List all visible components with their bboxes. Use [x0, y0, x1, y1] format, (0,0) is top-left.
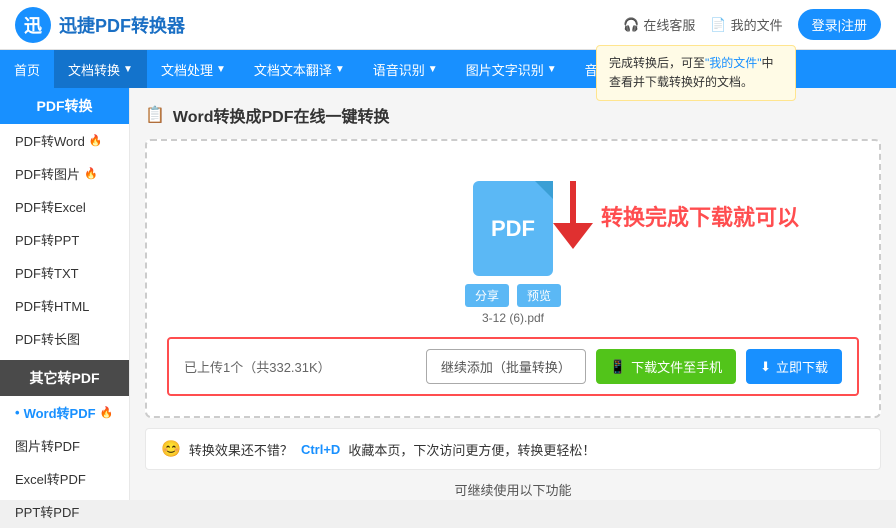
- files-label: 我的文件: [731, 15, 783, 34]
- smile-icon: 😊: [161, 439, 181, 459]
- arrow-down-svg: [553, 181, 593, 251]
- nav-ocr-label: 图片文字识别: [466, 60, 544, 79]
- chevron-down-icon: ▼: [335, 64, 345, 75]
- nav-item-doc-process[interactable]: 文档处理 ▼: [147, 50, 240, 88]
- nav-translate-label: 文档文本翻译: [254, 60, 332, 79]
- nav-home-label: 首页: [14, 60, 40, 79]
- page-title: Word转换成PDF在线一键转换: [173, 103, 390, 127]
- header-right: 🎧 在线客服 📄 我的文件 登录|注册: [623, 9, 881, 40]
- login-button[interactable]: 登录|注册: [798, 9, 881, 40]
- bullet-icon: •: [15, 405, 20, 420]
- sidebar-item-word-to-pdf[interactable]: • Word转PDF 🔥: [0, 396, 129, 429]
- download-button[interactable]: ⬇ 立即下载: [746, 349, 842, 384]
- content-area: 📋 Word转换成PDF在线一键转换 PDF 分享 预览 3-12 (6).pd…: [130, 88, 896, 500]
- sidebar-section-to-pdf: 其它转PDF: [0, 360, 129, 396]
- download-icon: ⬇: [760, 359, 771, 375]
- sidebar-item-image-to-pdf[interactable]: 图片转PDF: [0, 429, 129, 462]
- sidebar-pdf-ppt-label: PDF转PPT: [15, 230, 79, 249]
- sidebar-pdf-longimg-label: PDF转长图: [15, 329, 80, 348]
- promo-text2: 收藏本页，下次访问更方便，转换更轻松！: [348, 440, 595, 459]
- tooltip-highlight: "我的文件": [705, 56, 762, 70]
- promo-shortcut: Ctrl+D: [301, 442, 340, 457]
- tooltip-text1: 完成转换后，可至: [609, 56, 705, 70]
- action-buttons: 继续添加（批量转换） 📱 下载文件至手机 ⬇ 立即下载: [426, 349, 842, 384]
- annotation-text: 转换完成下载就可以: [601, 200, 799, 232]
- preview-button[interactable]: 预览: [517, 284, 561, 307]
- sidebar-section-pdf: PDF转换: [0, 88, 129, 124]
- nav-doc-convert-label: 文档转换: [68, 60, 120, 79]
- sidebar-pdf-txt-label: PDF转TXT: [15, 263, 79, 282]
- sidebar-excel-pdf-label: Excel转PDF: [15, 469, 86, 488]
- hot-badge: 🔥: [84, 167, 98, 180]
- annotation-area: 转换完成下载就可以: [553, 181, 799, 251]
- sidebar-item-pdf-to-word[interactable]: PDF转Word 🔥: [0, 124, 129, 157]
- sidebar-image-pdf-label: 图片转PDF: [15, 436, 80, 455]
- file-icon: 📄: [710, 17, 726, 33]
- action-bar: 已上传1个（共332.31K） 继续添加（批量转换） 📱 下载文件至手机 ⬇ 立…: [167, 337, 859, 396]
- sidebar-section-to-pdf-label: 其它转PDF: [30, 370, 100, 386]
- hot-badge: 🔥: [100, 406, 114, 419]
- page-title-bar: 📋 Word转换成PDF在线一键转换: [145, 103, 881, 127]
- tooltip-box: 完成转换后，可至"我的文件"中查看并下载转换好的文档。: [596, 45, 796, 101]
- pdf-label: PDF: [491, 216, 535, 242]
- sidebar: PDF转换 PDF转Word 🔥 PDF转图片 🔥 PDF转Excel PDF转…: [0, 88, 130, 500]
- nav-item-translate[interactable]: 文档文本翻译 ▼: [240, 50, 359, 88]
- promo-text1: 转换效果还不错？: [189, 440, 293, 459]
- preview-row: PDF 分享 预览 3-12 (6).pdf: [167, 161, 859, 325]
- customer-service-link[interactable]: 🎧 在线客服: [623, 15, 695, 34]
- chevron-down-icon: ▼: [123, 64, 133, 75]
- upload-info: 已上传1个（共332.31K）: [184, 357, 331, 376]
- sidebar-item-pdf-to-txt[interactable]: PDF转TXT: [0, 256, 129, 289]
- share-button[interactable]: 分享: [465, 284, 509, 307]
- upload-area: PDF 分享 预览 3-12 (6).pdf: [145, 139, 881, 418]
- sidebar-section-pdf-label: PDF转换: [37, 98, 93, 114]
- phone-icon: 📱: [610, 359, 626, 375]
- sidebar-item-pdf-to-ppt[interactable]: PDF转PPT: [0, 223, 129, 256]
- chevron-down-icon: ▼: [216, 64, 226, 75]
- my-files-link[interactable]: 📄 我的文件: [710, 15, 782, 34]
- sidebar-item-pdf-to-html[interactable]: PDF转HTML: [0, 289, 129, 322]
- chevron-down-icon: ▼: [547, 64, 557, 75]
- sidebar-item-pdf-to-excel[interactable]: PDF转Excel: [0, 190, 129, 223]
- nav-item-speech[interactable]: 语音识别 ▼: [359, 50, 452, 88]
- sidebar-ppt-pdf-label: PPT转PDF: [15, 502, 79, 521]
- continue-add-button[interactable]: 继续添加（批量转换）: [426, 349, 586, 384]
- download-mobile-label: 下载文件至手机: [631, 357, 722, 376]
- main-layout: PDF转换 PDF转Word 🔥 PDF转图片 🔥 PDF转Excel PDF转…: [0, 88, 896, 500]
- chevron-down-icon: ▼: [428, 64, 438, 75]
- hot-badge: 🔥: [89, 134, 103, 147]
- sidebar-pdf-word-label: PDF转Word: [15, 131, 85, 150]
- more-functions: 可继续使用以下功能: [145, 480, 881, 499]
- nav-item-ocr[interactable]: 图片文字识别 ▼: [452, 50, 571, 88]
- nav-item-home[interactable]: 首页: [0, 50, 54, 88]
- nav-speech-label: 语音识别: [373, 60, 425, 79]
- service-label: 在线客服: [643, 15, 695, 34]
- logo-icon: 迅: [15, 7, 51, 43]
- sidebar-item-pdf-to-image[interactable]: PDF转图片 🔥: [0, 157, 129, 190]
- sidebar-item-excel-to-pdf[interactable]: Excel转PDF: [0, 462, 129, 495]
- headset-icon: 🎧: [623, 17, 639, 33]
- header: 迅 迅捷PDF转换器 🎧 在线客服 📄 我的文件 登录|注册 完成转换后，可至"…: [0, 0, 896, 50]
- sidebar-pdf-excel-label: PDF转Excel: [15, 197, 86, 216]
- sidebar-word-pdf-label: Word转PDF: [24, 403, 96, 422]
- sidebar-item-pdf-to-longimg[interactable]: PDF转长图: [0, 322, 129, 355]
- download-label: 立即下载: [776, 357, 828, 376]
- nav-item-doc-convert[interactable]: 文档转换 ▼: [54, 50, 147, 88]
- file-actions: 分享 预览: [465, 284, 561, 307]
- more-functions-label: 可继续使用以下功能: [454, 483, 571, 498]
- nav-doc-process-label: 文档处理: [161, 60, 213, 79]
- download-mobile-button[interactable]: 📱 下载文件至手机: [596, 349, 736, 384]
- file-preview: PDF 分享 预览 3-12 (6).pdf: [465, 181, 561, 325]
- logo-area: 迅 迅捷PDF转换器: [15, 7, 185, 43]
- promo-bar: 😊 转换效果还不错？ Ctrl+D 收藏本页，下次访问更方便，转换更轻松！: [145, 428, 881, 470]
- sidebar-pdf-html-label: PDF转HTML: [15, 296, 89, 315]
- sidebar-pdf-image-label: PDF转图片: [15, 164, 80, 183]
- logo-text: 迅捷PDF转换器: [59, 12, 185, 38]
- file-name: 3-12 (6).pdf: [482, 311, 544, 325]
- arrow-container: [553, 181, 593, 251]
- pdf-file-icon: PDF: [473, 181, 553, 276]
- page-title-icon: 📋: [145, 105, 165, 125]
